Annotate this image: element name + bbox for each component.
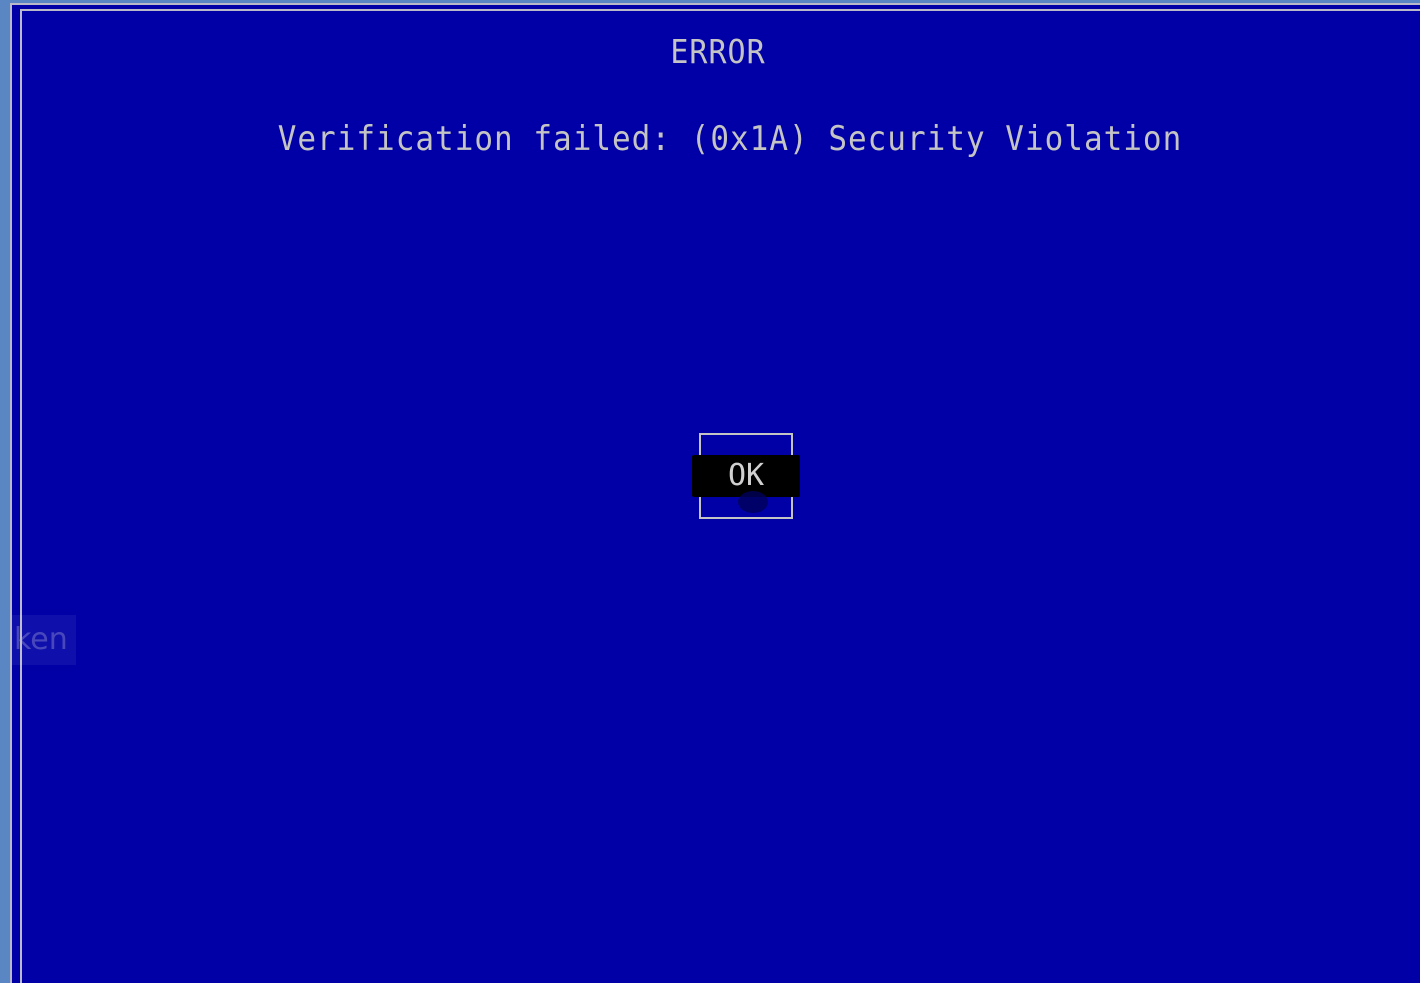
dialog-title: ERROR — [670, 33, 766, 72]
error-message: Verification failed: (0x1A) Security Vio… — [277, 119, 1183, 159]
ok-button[interactable]: OK — [692, 455, 800, 497]
mouse-cursor-icon — [738, 491, 768, 513]
background-window-fragment: ken — [12, 615, 76, 665]
firmware-screen: ERROR Verification failed: (0x1A) Securi… — [10, 3, 1420, 983]
